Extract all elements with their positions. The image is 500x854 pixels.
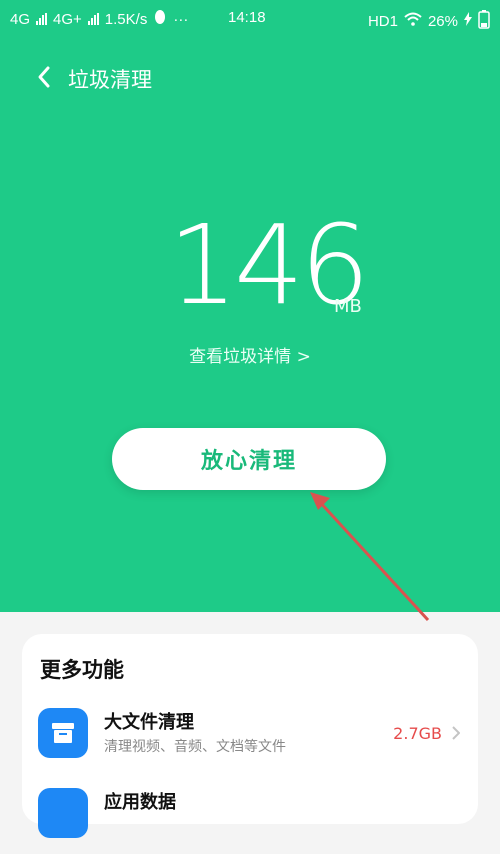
sim1-label: 4G	[10, 10, 31, 28]
item-description: 清理视频、音频、文档等文件	[104, 739, 286, 755]
charging-icon	[464, 12, 472, 30]
chevron-right-icon	[452, 724, 461, 745]
item-size: 2.7GB	[393, 724, 442, 743]
status-bar: 4G 4G+ 1.5K/s ··· 14:18 HD1 26%	[0, 0, 500, 36]
more-functions-title: 更多功能	[40, 658, 124, 682]
more-functions-card: 更多功能 大文件清理 清理视频、音频、文档等文件 2.7GB 应用数据	[22, 634, 478, 838]
back-icon[interactable]	[34, 64, 58, 90]
view-junk-details-link[interactable]: 查看垃圾详情 >	[0, 342, 500, 367]
network-speed: 1.5K/s	[104, 10, 148, 28]
battery-icon	[478, 9, 490, 33]
sim2-label: 4G+	[53, 10, 82, 28]
archive-box-icon	[38, 708, 88, 758]
item-name: 大文件清理	[104, 712, 194, 733]
page-title: 垃圾清理	[68, 68, 152, 92]
battery-level: 26%	[427, 12, 458, 30]
list-item-app-data[interactable]: 应用数据	[22, 784, 478, 854]
signal-icon	[87, 13, 99, 25]
more-status-icon: ···	[173, 10, 189, 28]
signal-icon	[36, 13, 48, 25]
list-item-large-files[interactable]: 大文件清理 清理视频、音频、文档等文件 2.7GB	[22, 704, 478, 774]
status-right: HD1 26%	[368, 9, 490, 33]
hd-label: HD1	[367, 12, 398, 30]
wifi-icon	[404, 12, 422, 30]
qq-icon	[153, 9, 167, 29]
junk-unit: MB	[334, 296, 362, 317]
clean-button[interactable]: 放心清理	[112, 428, 386, 490]
app-data-icon	[38, 788, 88, 838]
item-name: 应用数据	[104, 792, 176, 813]
clock: 14:18	[228, 9, 266, 26]
status-left: 4G 4G+ 1.5K/s ···	[10, 9, 188, 29]
